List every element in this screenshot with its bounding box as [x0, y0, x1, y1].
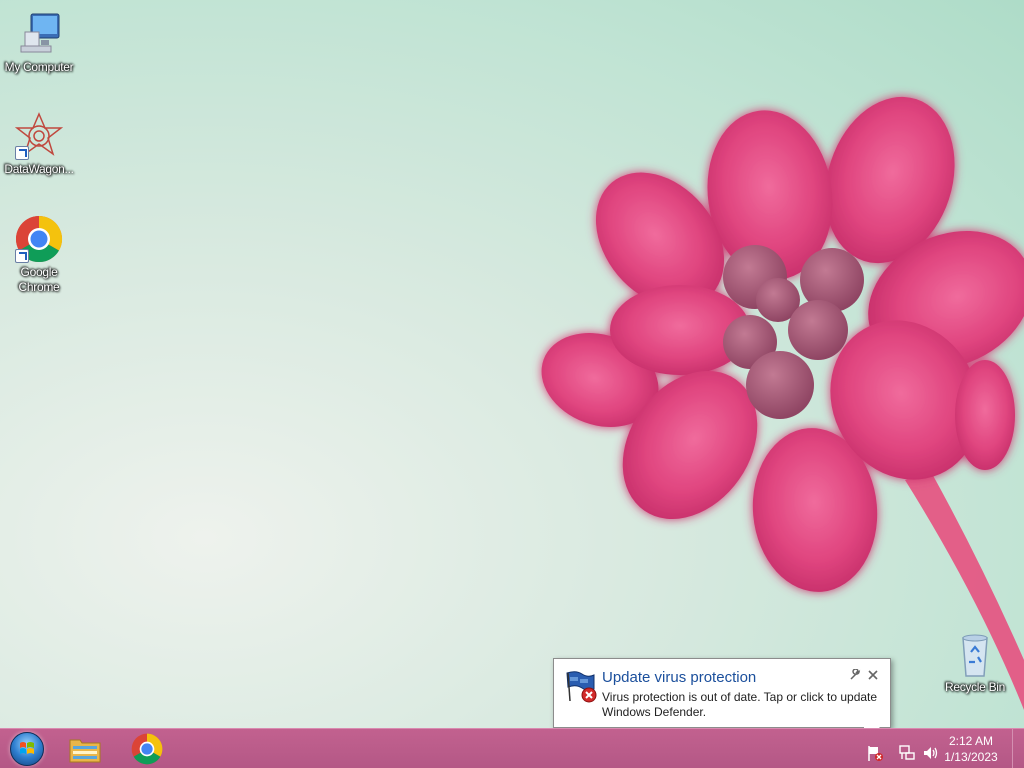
chrome-icon: [15, 215, 63, 263]
desktop-icon-label: Chrome: [18, 280, 60, 294]
system-tray: [866, 729, 940, 768]
wrench-icon[interactable]: [848, 668, 862, 683]
desktop-icon-recycle-bin[interactable]: Recycle Bin: [936, 630, 1014, 695]
taskbar-chrome-button[interactable]: [122, 731, 172, 767]
datawagon-icon: [14, 112, 64, 160]
clock[interactable]: 2:12 AM 1/13/2023: [940, 733, 1002, 765]
taskbar-explorer-button[interactable]: [60, 731, 110, 767]
shortcut-arrow-icon: [15, 249, 29, 263]
show-desktop-button[interactable]: [1012, 729, 1024, 768]
notification-message: Virus protection is out of date. Tap or …: [602, 690, 878, 719]
close-icon[interactable]: [866, 669, 880, 683]
clock-time: 2:12 AM: [948, 734, 994, 748]
notification-title: Update virus protection: [602, 669, 757, 686]
network-icon[interactable]: [898, 744, 916, 762]
taskbar: 2:12 AM 1/13/2023: [0, 728, 1024, 768]
notification-balloon[interactable]: Update virus protection Virus protection…: [553, 658, 891, 742]
clock-date: 1/13/2023: [944, 750, 998, 764]
desktop-icon-label: DataWagon...: [4, 162, 74, 176]
desktop-icon-label: Google: [20, 265, 58, 279]
windows-explorer-icon: [69, 739, 101, 763]
wallpaper-flower: [541, 96, 1024, 710]
shortcut-arrow-icon: [15, 146, 29, 160]
chrome-icon: [131, 733, 163, 765]
desktop-icon-datawagon[interactable]: DataWagon...: [0, 112, 78, 177]
desktop-icon-label: My Computer: [4, 60, 74, 74]
desktop-icon-label: Recycle Bin: [944, 680, 1006, 694]
start-button[interactable]: [2, 731, 52, 767]
recycle-bin-icon: [951, 630, 999, 678]
desktop-icon-google-chrome[interactable]: Google Chrome: [0, 215, 78, 295]
start-orb-icon: [10, 732, 44, 766]
defender-warning-flag-icon: [564, 669, 598, 703]
computer-icon: [15, 10, 63, 58]
desktop-icon-my-computer[interactable]: My Computer: [0, 10, 78, 75]
volume-icon[interactable]: [922, 744, 940, 762]
action-center-flag-icon[interactable]: [866, 744, 884, 762]
